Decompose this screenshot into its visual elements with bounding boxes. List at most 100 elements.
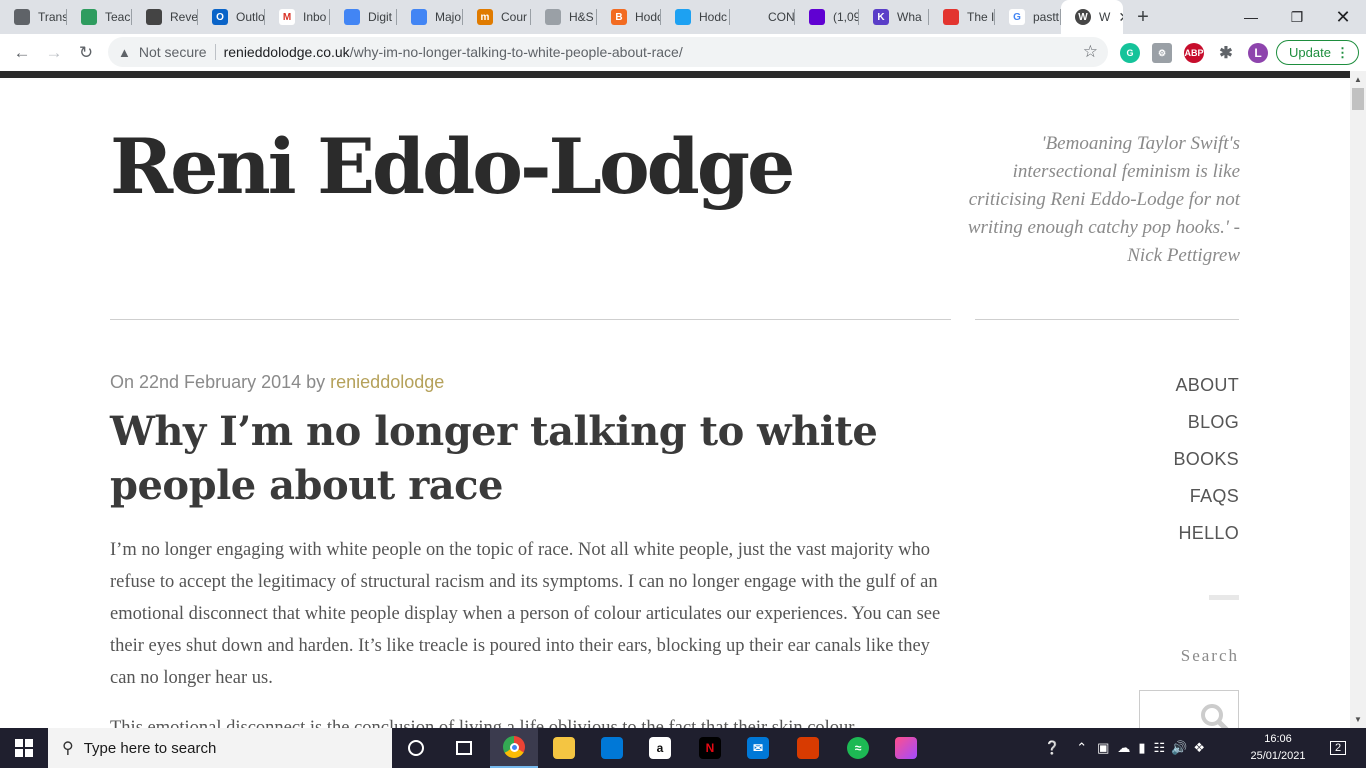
- wordpress-icon: W: [1075, 9, 1091, 25]
- clock-date: 25/01/2021: [1250, 750, 1306, 762]
- creative-cloud-icon[interactable]: [882, 728, 930, 768]
- address-bar[interactable]: ▲ Not secure renieddolodge.co.uk/why-im-…: [108, 37, 1108, 67]
- browser-tab[interactable]: (1,09: [795, 0, 859, 34]
- wifi-icon[interactable]: ☷: [1154, 740, 1166, 756]
- docs-icon: [344, 9, 360, 25]
- menu-item-blog[interactable]: BLOG: [1100, 410, 1239, 447]
- sidebar-separator: [1209, 595, 1239, 600]
- close-tab-icon[interactable]: ✕: [1118, 9, 1123, 26]
- url-path: /why-im-no-longer-talking-to-white-peopl…: [349, 44, 683, 60]
- browser-tab-active[interactable]: WW ✕: [1061, 0, 1123, 34]
- search-icon[interactable]: [1199, 702, 1231, 728]
- extensions-icon[interactable]: ✱: [1216, 43, 1236, 63]
- browser-tab[interactable]: M Inbo: [265, 0, 330, 34]
- cortana-icon[interactable]: [392, 728, 440, 768]
- adblock-icon[interactable]: ABP: [1184, 43, 1204, 63]
- taskbar-clock[interactable]: 16:06 25/01/2021: [1246, 731, 1310, 765]
- browser-tab[interactable]: B Hodc: [597, 0, 661, 34]
- tab-title: Wha: [897, 10, 922, 24]
- google-icon: G: [1009, 9, 1025, 25]
- sidebar-divider: [975, 319, 1239, 320]
- browser-tab[interactable]: m Cour: [463, 0, 531, 34]
- sidebar-menu: ABOUT BLOG BOOKS FAQS HELLO: [1100, 373, 1239, 558]
- tab-title: Majo: [435, 10, 462, 24]
- globe-icon: [14, 9, 30, 25]
- site-title[interactable]: Reni Eddo-Lodge: [110, 122, 795, 211]
- scroll-down-arrow-icon[interactable]: ▼: [1350, 712, 1366, 726]
- tab-title: Hodc: [699, 10, 728, 24]
- onedrive-icon[interactable]: ☁: [1117, 740, 1130, 756]
- browser-tab[interactable]: Teacl: [67, 0, 132, 34]
- back-button[interactable]: ←: [6, 37, 38, 69]
- grammarly-icon[interactable]: G: [1120, 43, 1140, 63]
- security-label[interactable]: Not secure: [139, 44, 207, 60]
- post-author-link[interactable]: renieddolodge: [330, 372, 444, 392]
- page-icon: [545, 9, 561, 25]
- menu-item-hello[interactable]: HELLO: [1100, 521, 1239, 558]
- minimize-button[interactable]: —: [1228, 0, 1274, 34]
- browser-tab[interactable]: The I: [929, 0, 995, 34]
- profile-avatar[interactable]: L: [1248, 43, 1268, 63]
- menu-item-books[interactable]: BOOKS: [1100, 447, 1239, 484]
- taskbar-search-placeholder: Type here to search: [83, 739, 217, 757]
- help-icon[interactable]: ❔: [1044, 740, 1060, 756]
- netflix-icon[interactable]: N: [686, 728, 734, 768]
- office-icon[interactable]: [784, 728, 832, 768]
- browser-tab[interactable]: Reve: [132, 0, 198, 34]
- menu-item-faqs[interactable]: FAQS: [1100, 484, 1239, 521]
- file-explorer-icon[interactable]: [540, 728, 588, 768]
- browser-tab[interactable]: Trans: [0, 0, 67, 34]
- notification-center-button[interactable]: 2: [1324, 728, 1352, 768]
- browser-tab[interactable]: O Outlo: [198, 0, 265, 34]
- restore-button[interactable]: ❐: [1274, 0, 1320, 34]
- scroll-up-arrow-icon[interactable]: ▲: [1350, 72, 1366, 86]
- warning-icon[interactable]: ▲: [118, 45, 131, 60]
- update-button[interactable]: Update ⋮: [1276, 40, 1359, 65]
- tab-title: Trans: [38, 10, 67, 24]
- menu-item-about[interactable]: ABOUT: [1100, 373, 1239, 410]
- tab-title: Inbo: [303, 10, 327, 24]
- tab-title: Digit: [368, 10, 393, 24]
- amazon-icon[interactable]: a: [636, 728, 684, 768]
- gmail-icon: M: [279, 9, 295, 25]
- browser-tab[interactable]: Digit: [330, 0, 397, 34]
- system-tray: ❔ ⌃ ▣ ☁ ▮ ☷ 🔊 ❖: [1044, 728, 1205, 768]
- tab-title: Hodc: [635, 10, 661, 24]
- new-tab-button[interactable]: +: [1129, 0, 1157, 34]
- spotify-icon[interactable]: ≈: [834, 728, 882, 768]
- browser-tab[interactable]: H&S: [531, 0, 597, 34]
- store-icon[interactable]: [588, 728, 636, 768]
- forward-button[interactable]: →: [38, 37, 70, 69]
- mail-icon[interactable]: ✉: [734, 728, 782, 768]
- close-window-button[interactable]: ✕: [1320, 0, 1366, 34]
- post-paragraph: This emotional disconnect is the conclus…: [110, 718, 855, 728]
- browser-tab[interactable]: K Wha: [859, 0, 929, 34]
- start-button[interactable]: [0, 728, 48, 768]
- outlook-icon: O: [212, 9, 228, 25]
- web-page: Reni Eddo-Lodge 'Bemoaning Taylor Swift'…: [0, 78, 1350, 728]
- chrome-taskbar-icon[interactable]: [490, 728, 538, 768]
- tab-title: Outlo: [236, 10, 265, 24]
- reload-button[interactable]: ↻: [70, 37, 102, 69]
- cube-icon: [146, 9, 162, 25]
- app-icon: [943, 9, 959, 25]
- browser-tab[interactable]: CON: [730, 0, 795, 34]
- meet-now-icon[interactable]: ▣: [1097, 740, 1109, 756]
- battery-icon[interactable]: ▮: [1138, 740, 1145, 756]
- browser-tab[interactable]: Majo: [397, 0, 463, 34]
- browser-tab[interactable]: Hodc: [661, 0, 730, 34]
- tab-title: W: [1099, 10, 1111, 24]
- extension-puzzle-icon[interactable]: ⚙: [1152, 43, 1172, 63]
- scroll-thumb[interactable]: [1352, 88, 1364, 110]
- chevron-up-icon[interactable]: ⌃: [1076, 740, 1087, 756]
- blank-icon: [744, 9, 760, 25]
- dropbox-icon[interactable]: ❖: [1193, 740, 1205, 756]
- page-scrollbar[interactable]: [1350, 71, 1366, 728]
- taskbar-search-input[interactable]: ⚲ Type here to search: [48, 728, 392, 768]
- task-view-icon[interactable]: [440, 728, 488, 768]
- clock-time: 16:06: [1264, 733, 1292, 745]
- volume-icon[interactable]: 🔊: [1171, 740, 1187, 756]
- bookmark-star-icon[interactable]: ☆: [1083, 42, 1098, 62]
- browser-tab[interactable]: Gpastt: [995, 0, 1061, 34]
- site-tagline: 'Bemoaning Taylor Swift's intersectional…: [967, 133, 1240, 266]
